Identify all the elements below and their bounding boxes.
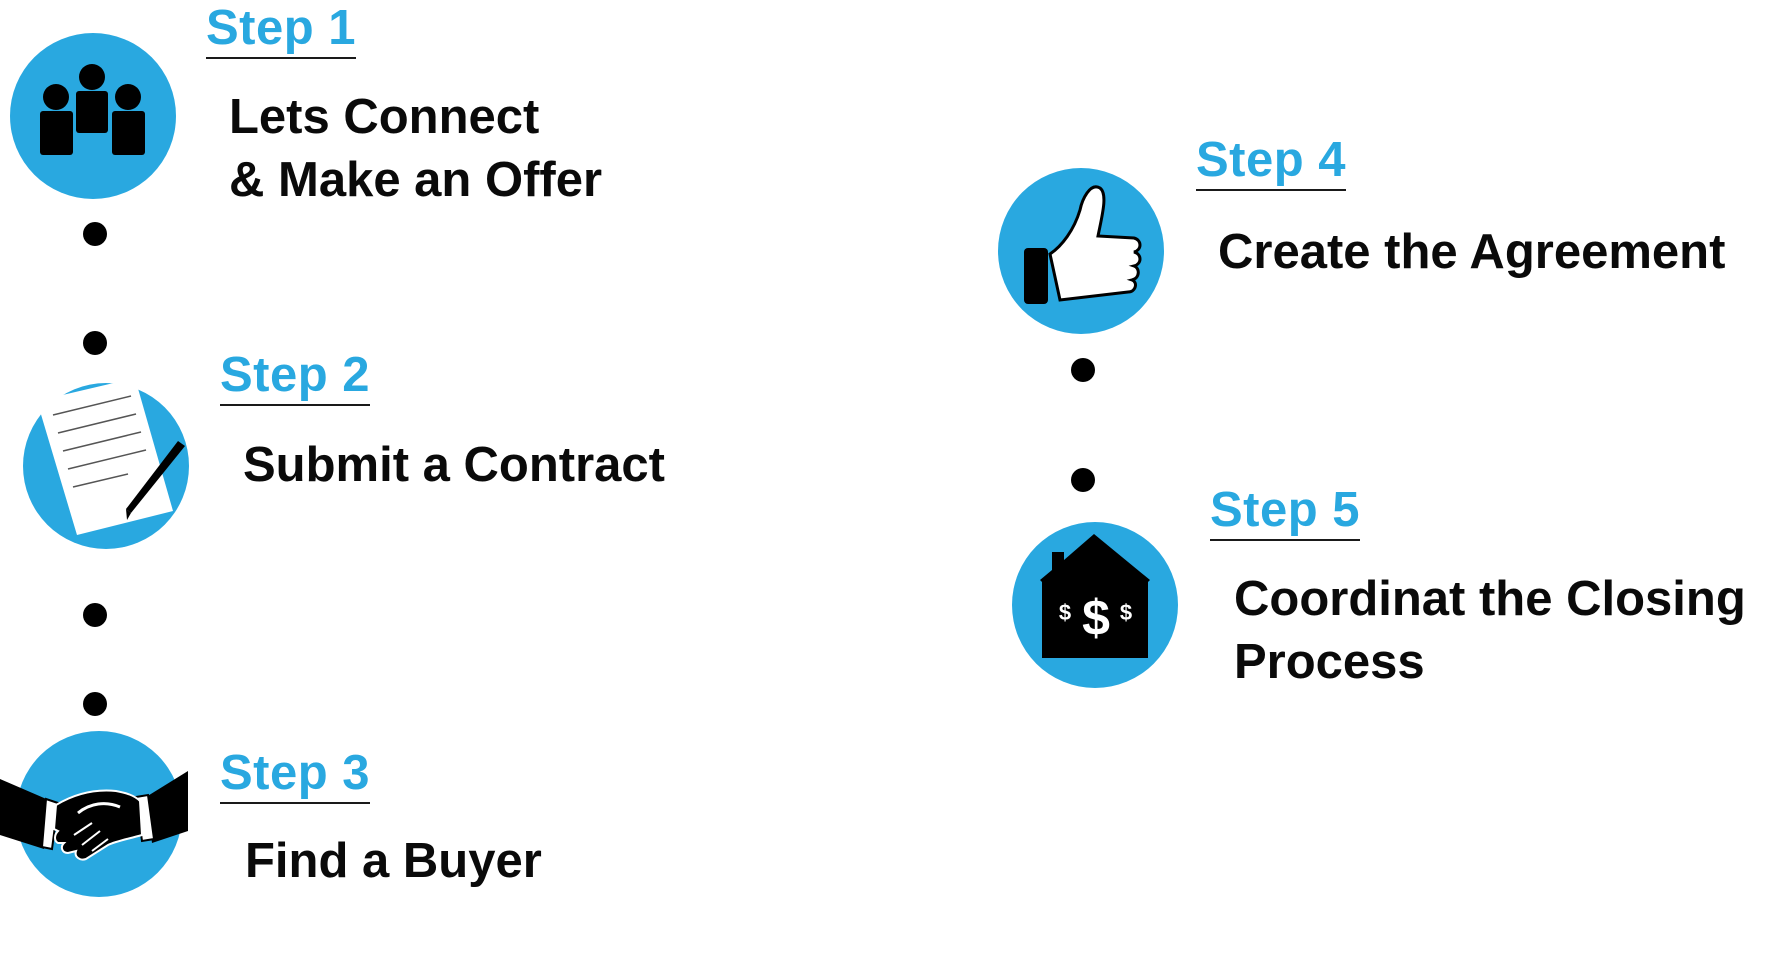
connector-dot [83, 222, 107, 246]
connector-dot [1071, 468, 1095, 492]
handshake-icon [0, 731, 188, 897]
connector-dot [1071, 358, 1095, 382]
step-5-label: Step 5 [1210, 486, 1361, 541]
connector-dot [83, 603, 107, 627]
step-1-description: Lets Connect & Make an Offer [229, 90, 603, 207]
step-2-label: Step 2 [220, 351, 371, 406]
step-3-label: Step 3 [220, 749, 371, 804]
svg-text:$: $ [1059, 600, 1071, 625]
thumbs-up-icon [998, 168, 1164, 334]
step-5-description: Coordinat the Closing Process [1234, 572, 1746, 689]
house-money-icon: $ $ $ [1012, 522, 1178, 688]
step-2-description: Submit a Contract [243, 438, 665, 492]
connector-dot [83, 692, 107, 716]
step-1-label: Step 1 [206, 4, 357, 59]
svg-text:$: $ [1082, 590, 1110, 646]
svg-text:$: $ [1120, 600, 1132, 625]
people-icon [10, 33, 176, 199]
connector-dot [83, 331, 107, 355]
step-4-label: Step 4 [1196, 136, 1347, 191]
contract-icon [23, 378, 189, 549]
step-4-description: Create the Agreement [1218, 225, 1726, 279]
step-3-description: Find a Buyer [245, 834, 542, 888]
